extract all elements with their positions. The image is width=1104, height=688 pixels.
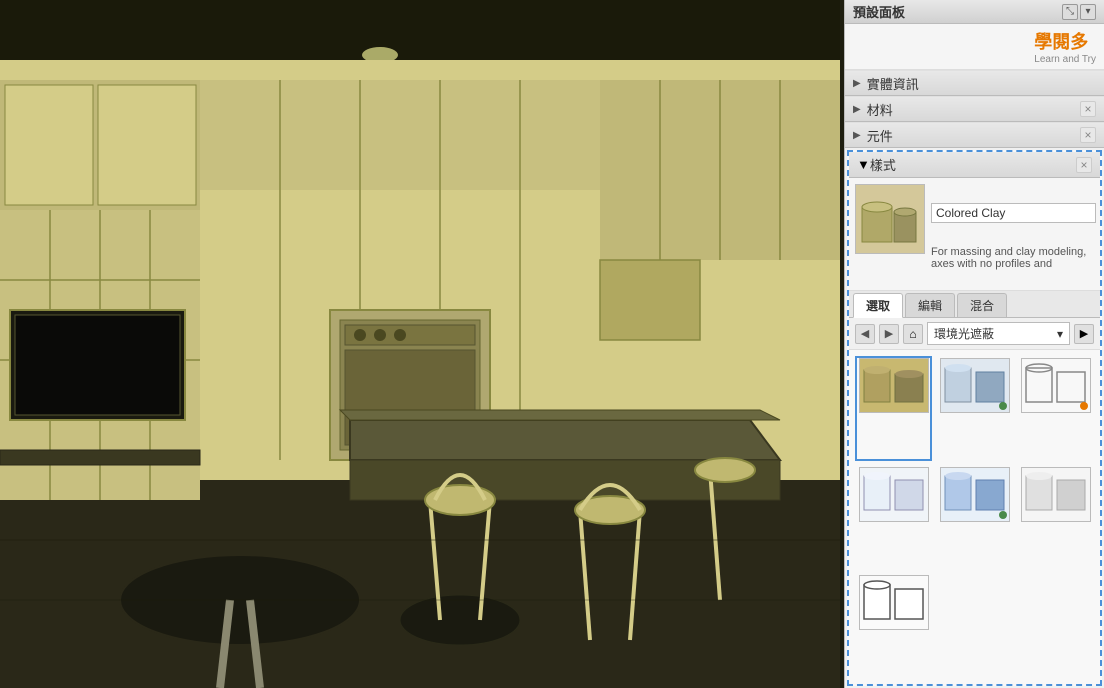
nav-dropdown[interactable]: 環境光遮蔽 ▾	[927, 322, 1070, 345]
tab-mix[interactable]: 混合	[957, 293, 1007, 317]
section-label-entity: 實體資訊	[867, 74, 919, 93]
desc-scroll-down[interactable]: ▼	[1100, 266, 1102, 284]
thumbnail-img-1	[859, 358, 929, 413]
section-arrow-entity: ▶	[853, 78, 861, 89]
logo-text: 學閱多	[1034, 28, 1096, 54]
nav-go-button[interactable]: ▶	[1074, 324, 1094, 344]
style-side-buttons: 💾 🔒 ↻	[1100, 184, 1102, 242]
thumbnail-img-5	[940, 467, 1010, 522]
section-label-components: 元件	[867, 126, 893, 145]
nav-dropdown-arrow: ▾	[1057, 327, 1063, 341]
section-label-styles: 樣式	[870, 155, 896, 174]
thumbnail-img-7	[859, 575, 929, 630]
logo-sub: Learn and Try	[1034, 54, 1096, 65]
thumbnails-grid	[849, 350, 1100, 684]
thumbnail-5[interactable]	[936, 465, 1013, 570]
style-info: 💾 🔒 ↻ For massing and clay modeling, axe…	[931, 184, 1102, 284]
viewport	[0, 0, 844, 688]
styles-header[interactable]: ▼ 樣式 ×	[849, 152, 1100, 178]
scene-svg	[0, 0, 840, 688]
thumbnail-4[interactable]	[855, 465, 932, 570]
thumbnail-img-2	[940, 358, 1010, 413]
scene	[0, 0, 844, 688]
style-save-button[interactable]: 💾	[1100, 184, 1102, 202]
section-materials[interactable]: ▶ 材料 ×	[845, 96, 1104, 122]
panel-titlebar: 預設面板 ⤡ ▾	[845, 0, 1104, 24]
logo-area: 學閱多 Learn and Try	[845, 24, 1104, 70]
style-preview-area: 💾 🔒 ↻ For massing and clay modeling, axe…	[849, 178, 1100, 291]
section-close-components[interactable]: ×	[1080, 127, 1096, 143]
style-description: For massing and clay modeling, axes with…	[931, 246, 1098, 284]
thumbnail-img-4	[859, 467, 929, 522]
panel-title: 預設面板	[853, 2, 905, 21]
style-name-input[interactable]	[931, 203, 1096, 223]
thumbnail-2-dot	[999, 402, 1007, 410]
section-close-materials[interactable]: ×	[1080, 101, 1096, 117]
right-panel: 預設面板 ⤡ ▾ 學閱多 Learn and Try ▶ 實體資訊 ▶ 材料 ×…	[844, 0, 1104, 688]
tab-select[interactable]: 選取	[853, 293, 903, 318]
nav-home-button[interactable]: ⌂	[903, 324, 923, 344]
thumbnail-img-6	[1021, 467, 1091, 522]
nav-dropdown-label: 環境光遮蔽	[934, 325, 994, 342]
section-arrow-components: ▶	[853, 130, 861, 141]
section-components[interactable]: ▶ 元件 ×	[845, 122, 1104, 148]
thumbnail-3[interactable]	[1017, 356, 1094, 461]
thumbnail-3-dot	[1080, 402, 1088, 410]
style-main-thumbnail	[855, 184, 925, 254]
tab-edit[interactable]: 編輯	[905, 293, 955, 317]
panel-titlebar-buttons: ⤡ ▾	[1062, 4, 1096, 20]
nav-forward-button[interactable]: ▶	[879, 324, 899, 344]
section-close-styles[interactable]: ×	[1076, 157, 1092, 173]
tabs-row: 選取 編輯 混合	[849, 291, 1100, 318]
thumbnail-6[interactable]	[1017, 465, 1094, 570]
section-entity-info[interactable]: ▶ 實體資訊	[845, 70, 1104, 96]
thumbnail-img-3	[1021, 358, 1091, 413]
thumbnail-5-dot	[999, 511, 1007, 519]
thumbnail-1[interactable]	[855, 356, 932, 461]
nav-row: ◀ ▶ ⌂ 環境光遮蔽 ▾ ▶	[849, 318, 1100, 350]
style-update-button[interactable]: ↻	[1100, 224, 1102, 242]
thumbnail-2[interactable]	[936, 356, 1013, 461]
nav-back-button[interactable]: ◀	[855, 324, 875, 344]
style-lock-button[interactable]: 🔒	[1100, 204, 1102, 222]
desc-scroll-up[interactable]: ▲	[1100, 246, 1102, 264]
style-name-row: 💾 🔒 ↻	[931, 184, 1102, 242]
section-arrow-styles: ▼	[857, 157, 870, 172]
panel-menu-button[interactable]: ▾	[1080, 4, 1096, 20]
styles-section: ▼ 樣式 × 💾	[847, 150, 1102, 686]
panel-resize-button[interactable]: ⤡	[1062, 4, 1078, 20]
style-desc-scroll: For massing and clay modeling, axes with…	[931, 246, 1102, 284]
thumbnail-7[interactable]	[855, 573, 932, 678]
section-label-materials: 材料	[867, 100, 893, 119]
section-arrow-materials: ▶	[853, 104, 861, 115]
